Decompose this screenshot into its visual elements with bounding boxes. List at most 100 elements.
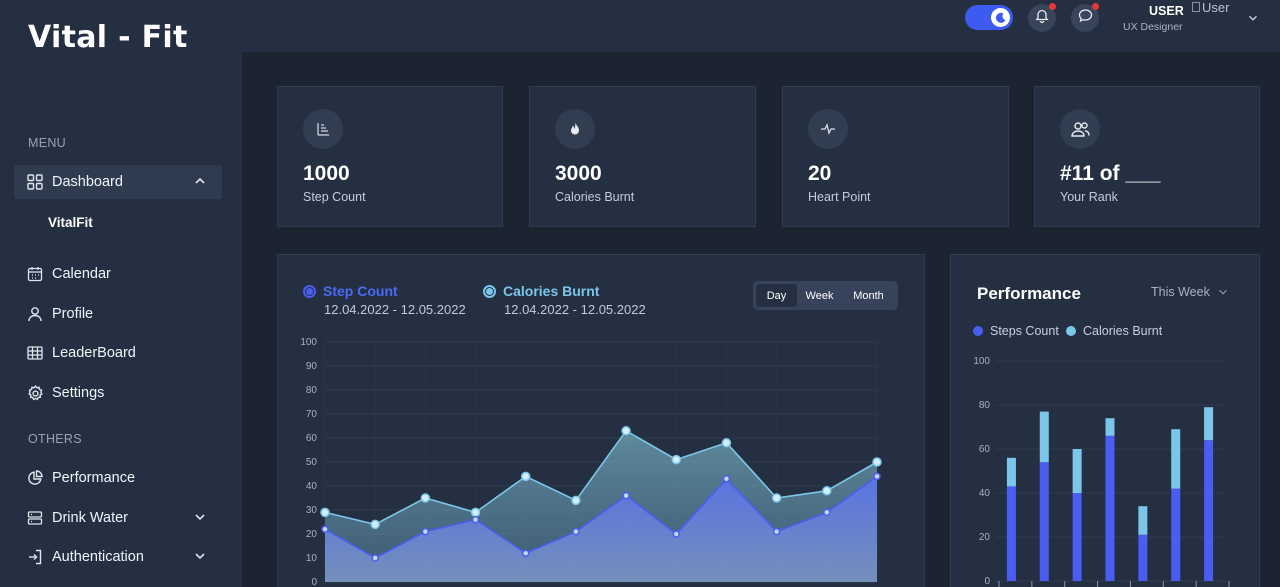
bar-segment-calories [1138,506,1148,535]
theme-toggle[interactable] [965,5,1013,30]
stat-value: 3000 [555,162,602,185]
sidebar-item-settings[interactable]: Settings [14,376,222,410]
range-week-button[interactable]: Week [797,284,842,307]
notification-badge [1049,3,1056,10]
legend-date-range: 12.04.2022 - 12.05.2022 [504,302,646,317]
user-name: USER [1149,4,1184,18]
data-point [621,426,631,436]
y-tick-label: 80 [979,400,991,411]
grid-icon [26,173,44,191]
data-point [521,549,530,557]
data-point [722,475,731,483]
legend-date-range: 12.04.2022 - 12.05.2022 [324,302,466,317]
stat-value: 20 [808,162,832,185]
data-point [822,486,832,496]
stat-label: Heart Point [808,190,871,204]
legend-marker [303,284,316,298]
range-month-button[interactable]: Month [842,284,895,307]
legend-calories-burnt[interactable]: Calories Burnt [483,283,599,299]
y-tick-label: 30 [306,505,318,516]
bar-segment-calories [1105,418,1115,436]
bar-segment-steps [1006,486,1016,581]
legend-title: Calories Burnt [503,283,600,299]
stat-card-calories: 3000 Calories Burnt [529,86,756,227]
menu-section-title: MENU [28,136,67,150]
data-point [672,530,681,538]
broken-image-icon [1192,2,1200,12]
sidebar-item-calendar[interactable]: Calendar [14,257,222,291]
bar-segment-steps [1039,462,1049,581]
stat-label: Step Count [303,190,366,204]
data-point [622,491,630,500]
y-tick-label: 70 [306,409,318,420]
bar-segment-steps [1105,435,1115,581]
legend-label: Calories Burnt [1083,324,1163,338]
sidebar-item-label: Authentication [52,549,144,565]
data-point [370,519,380,530]
data-point [823,508,831,517]
y-tick-label: 100 [300,337,317,348]
y-tick-label: 100 [973,356,990,367]
data-point [320,507,330,518]
messages-button[interactable] [1071,3,1099,32]
data-point [520,471,531,482]
period-dropdown[interactable]: This Week [1151,285,1230,299]
y-tick-label: 20 [979,532,991,543]
stat-card-heart: 20 Heart Point [782,86,1009,227]
chevron-down-icon[interactable] [1246,11,1260,25]
sidebar-item-leaderboard[interactable]: LeaderBoard [14,336,222,370]
moon-icon [991,8,1010,27]
notifications-button[interactable] [1028,3,1056,32]
y-tick-label: 40 [306,481,318,492]
sidebar-item-performance[interactable]: Performance [14,461,222,495]
y-tick-label: 80 [306,385,318,396]
bell-icon [1035,8,1049,28]
sidebar-item-drink-water[interactable]: Drink Water [14,501,222,535]
chat-icon [1078,8,1093,28]
bar-segment-calories [1072,449,1082,493]
data-point [572,527,580,536]
sidebar-subitem-vitalfit[interactable]: VitalFit [48,215,93,230]
pie-chart-icon [26,469,44,487]
data-point [771,493,782,503]
chevron-down-icon [1218,289,1227,295]
legend-marker [483,284,496,298]
stat-value: 1000 [303,162,350,185]
chevron-down-icon[interactable] [192,548,208,564]
y-tick-label: 0 [311,577,317,587]
y-tick-label: 0 [984,576,990,587]
y-tick-label: 20 [306,529,318,540]
stat-label: Calories Burnt [555,190,635,204]
steps-icon [303,109,343,149]
stat-value: #11 of ___ [1060,162,1161,185]
range-day-button[interactable]: Day [756,284,797,307]
avatar[interactable]: User [1192,0,1242,15]
data-point [772,527,781,536]
legend-dot [973,326,983,336]
legend-calories-burnt-bar[interactable]: Calories Burnt [1066,324,1162,338]
sidebar-item-label: Performance [52,470,136,486]
avatar-alt-text: User [1202,0,1230,15]
others-section-title: OTHERS [28,432,82,446]
legend-steps-count[interactable]: Steps Count [973,324,1059,338]
table-icon [26,344,44,362]
performance-bar-chart: 0 20 40 60 80 100 [973,356,1230,587]
sidebar-item-authentication[interactable]: Authentication [14,540,222,574]
chevron-down-icon[interactable] [192,509,208,525]
sidebar: Vital - Fit MENU Dashboard VitalFit Cale… [0,0,242,587]
calendar-icon [26,265,44,283]
sidebar-item-dashboard[interactable]: Dashboard [14,165,222,199]
brand-logo: Vital - Fit [28,20,188,55]
y-tick-label: 60 [979,444,991,455]
y-tick-label: 50 [306,457,318,468]
sidebar-item-profile[interactable]: Profile [14,297,222,331]
user-role: UX Designer [1123,21,1183,33]
sidebar-item-label: Settings [52,385,105,401]
legend-label: Steps Count [990,324,1059,338]
data-point [873,472,881,481]
chevron-up-icon[interactable] [192,173,208,189]
y-tick-label: 90 [306,361,318,372]
sidebar-item-label: Drink Water [52,510,128,526]
flame-icon [555,109,595,149]
legend-step-count[interactable]: Step Count [303,283,398,299]
